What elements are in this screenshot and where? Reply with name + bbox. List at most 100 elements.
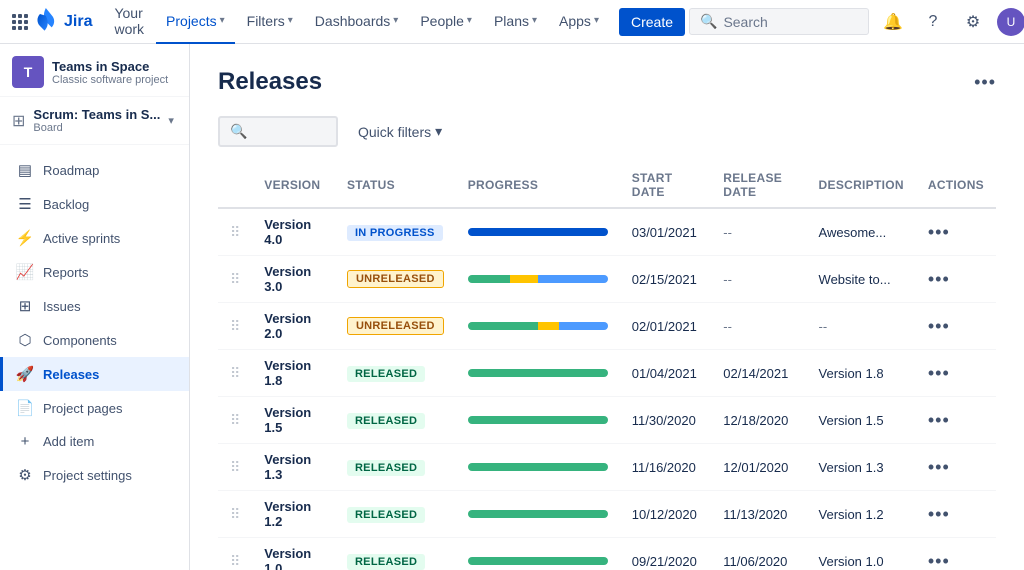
start-date: 03/01/2021	[632, 225, 697, 240]
version-name: Version 2.0	[264, 311, 311, 341]
active-sprints-icon: ⚡	[15, 229, 35, 247]
sidebar-item-project-settings[interactable]: ⚙Project settings	[0, 458, 189, 492]
progress-bar	[468, 369, 608, 377]
table-row: ⠿ Version 1.3 RELEASED 11/16/2020 12/01/…	[218, 444, 996, 491]
quick-filters-button[interactable]: Quick filters ▾	[350, 119, 450, 144]
col-actions: Actions	[916, 163, 996, 208]
search-bar[interactable]: 🔍 Search	[689, 8, 869, 35]
drag-handle[interactable]: ⠿	[230, 224, 240, 240]
components-icon: ⬡	[15, 331, 35, 349]
progress-bar	[468, 416, 608, 424]
version-name: Version 1.5	[264, 405, 311, 435]
page-more-menu[interactable]: •••	[974, 72, 996, 93]
drag-handle[interactable]: ⠿	[230, 553, 240, 569]
sidebar: T Teams in Space Classic software projec…	[0, 44, 190, 570]
nav-plans[interactable]: Plans ▾	[484, 0, 547, 44]
sidebar-item-project-pages[interactable]: 📄Project pages	[0, 391, 189, 425]
apps-chevron: ▾	[594, 15, 599, 26]
drag-handle[interactable]: ⠿	[230, 365, 240, 381]
row-actions-menu[interactable]: •••	[928, 551, 950, 570]
progress-bar	[468, 322, 608, 330]
row-actions-menu[interactable]: •••	[928, 457, 950, 477]
sidebar-item-add-item[interactable]: +Add item	[0, 425, 189, 458]
row-actions-menu[interactable]: •••	[928, 269, 950, 289]
table-row: ⠿ Version 1.8 RELEASED 01/04/2021 02/14/…	[218, 350, 996, 397]
progress-bar	[468, 463, 608, 471]
project-avatar: T	[12, 56, 44, 88]
releases-icon: 🚀	[15, 365, 35, 383]
progress-bar	[468, 228, 608, 236]
grid-menu-icon[interactable]	[12, 8, 28, 36]
avatar[interactable]: U	[997, 8, 1024, 36]
reports-icon: 📈	[15, 263, 35, 281]
row-actions-menu[interactable]: •••	[928, 316, 950, 336]
table-header-row: Version Status Progress Start date Relea…	[218, 163, 996, 208]
row-actions-menu[interactable]: •••	[928, 504, 950, 524]
drag-handle[interactable]: ⠿	[230, 459, 240, 475]
main-content: Releases ••• 🔍 Quick filters ▾ Version S…	[190, 44, 1024, 570]
sidebar-item-active-sprints[interactable]: ⚡Active sprints	[0, 221, 189, 255]
nav-people[interactable]: People ▾	[410, 0, 482, 44]
status-badge: RELEASED	[347, 366, 425, 382]
nav-apps[interactable]: Apps ▾	[549, 0, 609, 44]
table-row: ⠿ Version 2.0 UNRELEASED 02/01/2021 -- -…	[218, 303, 996, 350]
col-description: Description	[807, 163, 916, 208]
version-name: Version 1.0	[264, 546, 311, 570]
help-button[interactable]: ?	[917, 6, 949, 38]
nav-dashboards[interactable]: Dashboards ▾	[305, 0, 409, 44]
jira-logo[interactable]: Jira	[32, 8, 92, 36]
sidebar-item-backlog[interactable]: ☰Backlog	[0, 187, 189, 221]
nav-your-work[interactable]: Your work	[104, 0, 154, 44]
board-chevron: ▾	[168, 114, 174, 127]
sidebar-item-roadmap[interactable]: ▤Roadmap	[0, 153, 189, 187]
table-row: ⠿ Version 4.0 IN PROGRESS 03/01/2021 -- …	[218, 208, 996, 256]
create-button[interactable]: Create	[619, 8, 685, 36]
sidebar-item-reports[interactable]: 📈Reports	[0, 255, 189, 289]
table-row: ⠿ Version 1.2 RELEASED 10/12/2020 11/13/…	[218, 491, 996, 538]
col-version: Version	[252, 163, 335, 208]
row-actions-menu[interactable]: •••	[928, 363, 950, 383]
start-date: 01/04/2021	[632, 366, 697, 381]
table-row: ⠿ Version 1.5 RELEASED 11/30/2020 12/18/…	[218, 397, 996, 444]
drag-handle[interactable]: ⠿	[230, 318, 240, 334]
drag-handle[interactable]: ⠿	[230, 506, 240, 522]
status-badge: RELEASED	[347, 460, 425, 476]
sidebar-item-issues[interactable]: ⊞Issues	[0, 289, 189, 323]
drag-handle[interactable]: ⠿	[230, 271, 240, 287]
topnav-nav: Your work Projects ▾ Filters ▾ Dashboard…	[104, 0, 685, 44]
releases-search[interactable]: 🔍	[218, 116, 338, 147]
roadmap-icon: ▤	[15, 161, 35, 179]
progress-bar	[468, 275, 608, 283]
notifications-button[interactable]: 🔔	[877, 6, 909, 38]
col-progress: Progress	[456, 163, 620, 208]
start-date: 09/21/2020	[632, 554, 697, 569]
progress-bar	[468, 510, 608, 518]
row-actions-menu[interactable]: •••	[928, 410, 950, 430]
sidebar-item-releases[interactable]: 🚀Releases	[0, 357, 189, 391]
nav-projects[interactable]: Projects ▾	[156, 0, 235, 44]
board-name: Scrum: Teams in S...	[33, 107, 160, 122]
sidebar-item-components[interactable]: ⬡Components	[0, 323, 189, 357]
drag-handle[interactable]: ⠿	[230, 412, 240, 428]
version-name: Version 1.3	[264, 452, 311, 482]
project-pages-icon: 📄	[15, 399, 35, 417]
sidebar-board[interactable]: ⊞ Scrum: Teams in S... Board ▾	[0, 97, 189, 145]
col-start-date: Start date	[620, 163, 712, 208]
project-settings-icon: ⚙	[15, 466, 35, 484]
project-type: Classic software project	[52, 74, 177, 86]
status-badge: UNRELEASED	[347, 317, 444, 335]
releases-table: Version Status Progress Start date Relea…	[218, 163, 996, 570]
people-chevron: ▾	[467, 15, 472, 26]
board-icon: ⊞	[12, 111, 25, 131]
version-name: Version 3.0	[264, 264, 311, 294]
settings-button[interactable]: ⚙	[957, 6, 989, 38]
start-date: 02/15/2021	[632, 272, 697, 287]
project-info: Teams in Space Classic software project	[52, 59, 177, 86]
nav-filters[interactable]: Filters ▾	[237, 0, 303, 44]
col-release-date: Release date	[711, 163, 806, 208]
sidebar-project[interactable]: T Teams in Space Classic software projec…	[0, 44, 189, 97]
version-name: Version 4.0	[264, 217, 311, 247]
quick-filters-chevron: ▾	[435, 123, 442, 140]
row-actions-menu[interactable]: •••	[928, 222, 950, 242]
board-label: Board	[33, 122, 160, 134]
